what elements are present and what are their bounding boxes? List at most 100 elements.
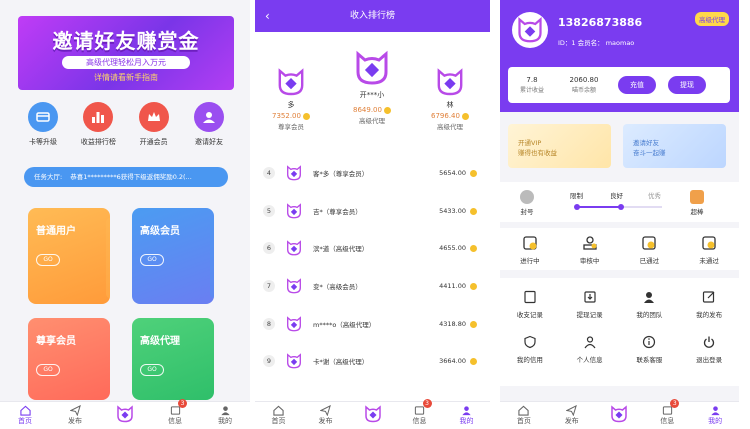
income-label: 累计收益 xyxy=(519,87,544,94)
status-passed[interactable]: 已通过 xyxy=(624,234,674,265)
quick-card-upgrade[interactable]: 卡等升级 xyxy=(18,102,68,147)
podium-name: 多 xyxy=(287,101,295,109)
tab-messages[interactable]: 信息 3 xyxy=(400,399,440,426)
go-button[interactable]: GO xyxy=(140,364,164,376)
status-reviewing[interactable]: 审核中 xyxy=(565,234,615,265)
shield-icon xyxy=(521,333,539,351)
menu-section: 收支记录 提现记录 我的团队 我的发布 我的信用 个人信息 联系客服 退出登录 xyxy=(500,278,739,386)
status-label: 未通过 xyxy=(699,257,719,265)
tab-mine[interactable]: 我的 xyxy=(205,405,245,426)
message-badge: 3 xyxy=(178,399,187,408)
level-card-normal[interactable]: 普通用户 GO xyxy=(28,208,110,304)
status-in-progress[interactable]: 进行中 xyxy=(505,234,555,265)
home-icon xyxy=(19,405,31,416)
quick-income-ranking[interactable]: 收益排行榜 xyxy=(73,102,123,147)
page-title: 收入排行榜 xyxy=(349,11,395,21)
user-id-line: ID：1 会员名： maomao xyxy=(558,39,635,47)
card-title: 高级代理 xyxy=(140,336,180,347)
rank-row[interactable]: 5 吉*（尊享会员） 5433.00 xyxy=(263,200,477,222)
podium-name: 开***小 xyxy=(359,91,385,99)
tab-mine[interactable]: 我的 xyxy=(447,405,487,426)
rank-row[interactable]: 9 卡*谢（高级代理） 3664.00 xyxy=(263,350,477,372)
balance-label: 喵币余额 xyxy=(571,87,596,94)
notice-prefix: 任务大厅: xyxy=(34,173,63,181)
quick-open-member[interactable]: 开通会员 xyxy=(129,102,179,147)
withdraw-button[interactable]: 提现 xyxy=(668,76,706,94)
menu-logout[interactable]: 退出登录 xyxy=(684,333,734,364)
tab-center-logo[interactable] xyxy=(105,408,145,424)
coin-icon xyxy=(461,112,469,120)
quick-invite-friend[interactable]: 邀请好友 xyxy=(184,102,234,147)
task-notice[interactable]: 任务大厅: 恭喜1*********6获得下级返佣奖励0.2(... xyxy=(24,167,228,187)
tab-home[interactable]: 首页 xyxy=(5,405,45,426)
tab-label: 发布 xyxy=(318,417,333,425)
tab-messages[interactable]: 信息 3 xyxy=(155,399,195,426)
stamp-icon xyxy=(581,234,599,252)
tab-bar: 首页 发布 信息 3 我的 xyxy=(500,399,739,429)
menu-contact-support[interactable]: 联系客服 xyxy=(624,333,674,364)
quick-label: 卡等升级 xyxy=(29,138,57,146)
podium-level: 尊享会员 xyxy=(278,123,304,131)
tab-center-logo[interactable] xyxy=(599,408,639,424)
ranking-screen: ‹ 收入排行榜 多 7352.00 尊享会员 开***小 8649.00 高级代… xyxy=(255,0,490,429)
person-icon xyxy=(581,333,599,351)
podium-second: 多 7352.00 尊享会员 xyxy=(261,66,321,131)
level-card-senior[interactable]: 高级会员 GO xyxy=(132,208,214,304)
banner-title: 邀请好友赚赏金 xyxy=(52,29,200,53)
tab-publish[interactable]: 发布 xyxy=(552,405,592,426)
promo-invite[interactable]: 邀请好友 奋斗一起赚 xyxy=(623,124,726,168)
menu-withdraw-records[interactable]: 提现记录 xyxy=(565,288,615,319)
rank-value: 5433.00 xyxy=(439,207,466,215)
tab-center-logo[interactable] xyxy=(353,408,393,424)
go-button[interactable]: GO xyxy=(36,254,60,266)
invite-banner[interactable]: 邀请好友赚赏金 高级代理轻松月入万元 详情请看新手指南 xyxy=(18,16,234,90)
status-label: 审核中 xyxy=(579,257,600,265)
menu-my-credit[interactable]: 我的信用 xyxy=(505,333,555,364)
send-icon xyxy=(320,405,331,416)
status-rejected[interactable]: 未通过 xyxy=(684,234,734,265)
recharge-button[interactable]: 充值 xyxy=(618,76,656,94)
credit-section: 封号 限制 良好 优秀 超棒 xyxy=(500,182,739,222)
rank-row[interactable]: 6 滨*道（高级代理） 4655.00 xyxy=(263,237,477,259)
back-icon[interactable]: ‹ xyxy=(265,0,270,32)
tab-messages[interactable]: 信息 3 xyxy=(647,399,687,426)
level-card-agent[interactable]: 高级代理 GO xyxy=(132,318,214,400)
menu-label: 提现记录 xyxy=(576,311,603,319)
podium-amount: 6796.40 xyxy=(431,112,460,120)
tab-publish[interactable]: 发布 xyxy=(55,405,95,426)
user-icon xyxy=(193,102,224,132)
tab-publish[interactable]: 发布 xyxy=(306,405,346,426)
promo-vip[interactable]: 开通VIP 赚得也有收益 xyxy=(508,124,611,168)
podium-amount: 7352.00 xyxy=(272,112,301,120)
banner-subtitle: 高级代理轻松月入万元 xyxy=(62,56,190,69)
menu-income-records[interactable]: 收支记录 xyxy=(505,288,555,319)
go-button[interactable]: GO xyxy=(36,364,60,376)
menu-my-posts[interactable]: 我的发布 xyxy=(684,288,734,319)
person-icon xyxy=(220,406,230,416)
go-button[interactable]: GO xyxy=(140,254,164,266)
rank-row[interactable]: 8 m****o（高级代理） 4318.80 xyxy=(263,313,477,335)
menu-personal-info[interactable]: 个人信息 xyxy=(565,333,615,364)
person-icon xyxy=(710,406,720,416)
message-badge: 3 xyxy=(670,399,680,408)
rank-row[interactable]: 7 变*（高级会员） 4411.00 xyxy=(263,275,477,297)
team-icon xyxy=(640,288,658,306)
profile-screen: 13826873886 ID：1 会员名： maomao 高级代理 7.8 累计收… xyxy=(500,0,739,429)
tab-mine[interactable]: 我的 xyxy=(695,405,735,426)
menu-my-team[interactable]: 我的团队 xyxy=(624,288,674,319)
rank-row[interactable]: 4 客*多（尊享会员） 5654.00 xyxy=(263,162,477,184)
tab-home[interactable]: 首页 xyxy=(504,405,544,426)
rank-name: 变*（高级会员） xyxy=(313,283,362,291)
rank-number: 7 xyxy=(263,280,275,292)
rank-value: 3664.00 xyxy=(439,357,466,365)
coin-icon xyxy=(470,357,477,365)
level-card-premium[interactable]: 尊享会员 GO xyxy=(28,318,110,400)
podium-first: 开***小 8649.00 高级代理 xyxy=(342,48,402,125)
task-status-grid: 进行中 审核中 已通过 未通过 xyxy=(500,234,739,265)
tab-home[interactable]: 首页 xyxy=(259,405,299,426)
avatar xyxy=(275,66,307,98)
progress-icon xyxy=(521,234,539,252)
avatar[interactable] xyxy=(512,12,548,48)
notice-text: 恭喜1*********6获得下级返佣奖励0.2(... xyxy=(70,173,192,181)
menu-label: 我的信用 xyxy=(516,356,543,364)
